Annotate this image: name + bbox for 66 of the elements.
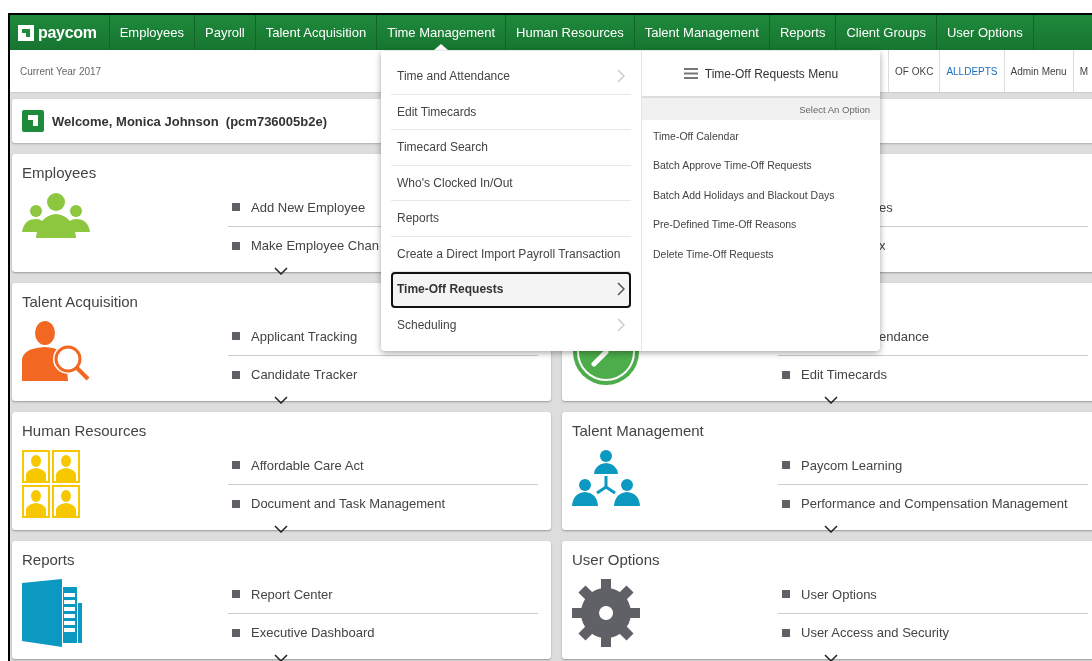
submenu-item[interactable]: Delete Time-Off Requests <box>642 239 774 269</box>
bullet-icon <box>782 461 790 469</box>
bullet-icon <box>232 332 240 340</box>
submenu-item[interactable]: Batch Approve Time-Off Requests <box>642 150 812 180</box>
submenu-title: Time-Off Requests Menu <box>704 66 839 81</box>
card-title: Human Resources <box>22 422 148 441</box>
logo-text[interactable]: paycom <box>38 23 97 42</box>
card-title: Employees <box>22 164 98 183</box>
toolbar-link[interactable]: OF OKC <box>888 50 940 92</box>
bullet-icon <box>782 499 790 508</box>
team-icon <box>572 450 640 506</box>
bullet-icon <box>232 590 240 598</box>
chevron-down-icon[interactable] <box>274 267 288 275</box>
bullet-icon <box>232 203 240 211</box>
module-link[interactable]: Affordable Care Act <box>251 457 364 473</box>
module-link[interactable]: Make Employee Chan <box>251 238 379 253</box>
bullet-icon <box>782 590 790 598</box>
chevron-down-icon[interactable] <box>274 654 288 661</box>
welcome-text: Welcome, Monica Johnson (pcm736005b2e) <box>52 113 327 129</box>
menu-icon <box>683 68 698 79</box>
logo-icon <box>22 110 44 132</box>
toolbar-link[interactable]: Admin Menu <box>1003 50 1073 92</box>
chevron-down-icon[interactable] <box>274 525 288 533</box>
menu-item[interactable]: Time-Off Requests <box>391 272 631 308</box>
logo-icon <box>18 24 34 41</box>
submenu-item[interactable]: Batch Add Holidays and Blackout Days <box>642 180 835 210</box>
submenu-item[interactable]: Time-Off Calendar <box>642 121 739 151</box>
card-title: Talent Management <box>572 422 705 441</box>
portraits-icon <box>22 450 80 518</box>
module-link[interactable]: User Access and Security <box>801 625 950 640</box>
bullet-icon <box>232 461 240 469</box>
bullet-icon <box>782 628 790 637</box>
module-link[interactable]: Applicant Tracking <box>251 328 358 344</box>
module-link[interactable]: Paycom Learning <box>801 457 903 473</box>
module-link[interactable]: Performance and Compensation Management <box>801 496 1068 511</box>
module-link[interactable]: endance <box>879 328 929 344</box>
people-icon <box>22 192 90 238</box>
module-link[interactable]: Candidate Tracker <box>251 367 358 382</box>
module-link[interactable]: Edit Timecards <box>801 367 887 382</box>
chevron-down-icon[interactable] <box>824 525 838 533</box>
module-link[interactable]: Report Center <box>251 586 333 602</box>
bullet-icon <box>782 370 790 379</box>
submenu-hint: Select An Option <box>642 98 880 120</box>
bullet-icon <box>232 499 240 508</box>
toolbar-link[interactable]: M <box>1072 50 1092 92</box>
module-link[interactable]: Add New Employee <box>251 199 366 215</box>
binder-icon <box>22 579 84 647</box>
person-search-icon <box>22 321 90 381</box>
card-title: User Options <box>572 551 661 570</box>
department-link[interactable]: ALLDEPTS <box>939 50 1004 92</box>
settings-icon <box>572 579 640 647</box>
bullet-icon <box>232 370 240 379</box>
bullet-icon <box>232 628 240 637</box>
card-title: Talent Acquisition <box>22 293 139 312</box>
chevron-down-icon[interactable] <box>274 396 288 404</box>
module-link[interactable]: User Options <box>801 586 877 602</box>
submenu-item[interactable]: Pre-Defined Time-Off Reasons <box>642 209 797 239</box>
module-link[interactable]: es <box>879 199 893 215</box>
chevron-down-icon[interactable] <box>824 396 838 404</box>
bullet-icon <box>232 241 240 250</box>
chevron-down-icon[interactable] <box>824 654 838 661</box>
module-link[interactable]: x <box>879 238 886 253</box>
module-link[interactable]: Document and Task Management <box>251 496 446 511</box>
card-title: Reports <box>22 551 76 570</box>
current-year-label: Current Year 2017 <box>20 65 102 77</box>
module-link[interactable]: Executive Dashboard <box>251 625 375 640</box>
